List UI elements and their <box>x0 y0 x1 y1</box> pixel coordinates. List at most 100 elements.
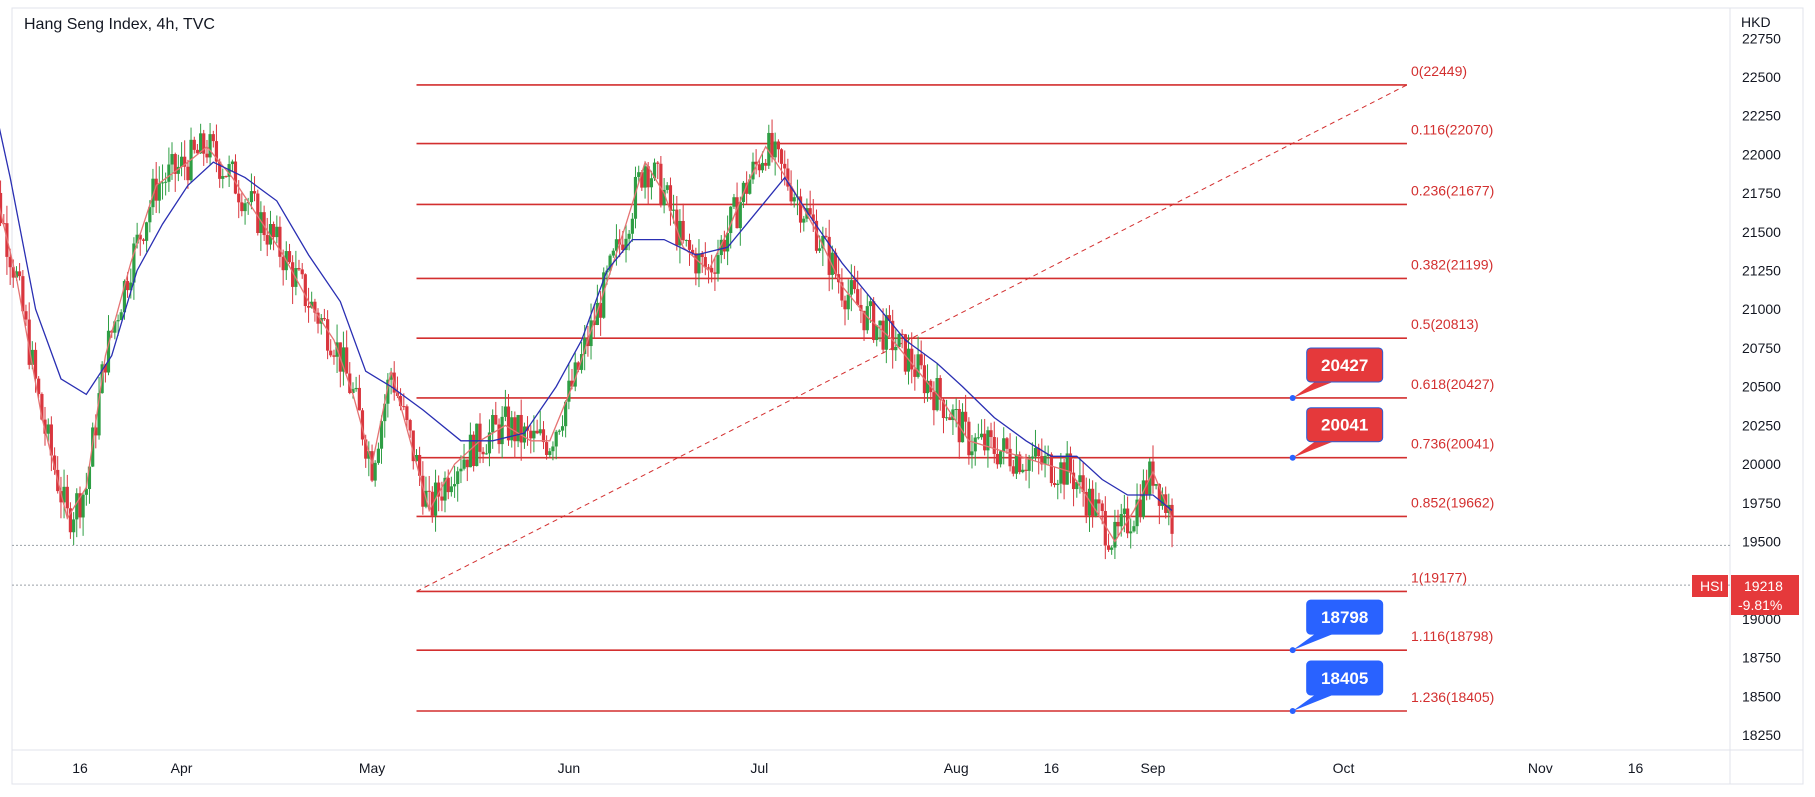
candle-body <box>913 369 917 377</box>
candle-body <box>881 320 885 350</box>
callout-label-20041: 20041 <box>1321 416 1368 435</box>
candle-body <box>538 429 542 434</box>
y-tick-label: 21000 <box>1742 301 1781 317</box>
candle-body <box>503 406 507 417</box>
candle-body <box>1091 488 1095 516</box>
y-tick-label: 19750 <box>1742 495 1781 511</box>
candle-body <box>532 430 536 439</box>
ma-slow-line <box>0 127 1173 512</box>
candle-body <box>18 271 22 277</box>
candle-body <box>329 350 333 356</box>
y-tick-label: 20500 <box>1742 379 1781 395</box>
candle-body <box>535 430 539 434</box>
callout-anchor-20427 <box>1289 394 1296 401</box>
candle-body <box>548 451 552 455</box>
candle-body <box>230 161 234 165</box>
candle-body <box>732 197 736 207</box>
candle-body <box>370 451 374 481</box>
candle-body <box>478 423 482 452</box>
candle-body <box>656 162 660 164</box>
candle-body <box>408 420 412 431</box>
fib-label-0: 0(22449) <box>1411 63 1467 79</box>
candle-body <box>694 253 698 274</box>
fib-label-0.736: 0.736(20041) <box>1411 436 1494 452</box>
candle-body <box>256 193 260 234</box>
ma-fast-line <box>0 145 1173 543</box>
y-tick-label: 20750 <box>1742 340 1781 356</box>
candle-body <box>1078 475 1082 483</box>
candle-body <box>1154 484 1158 486</box>
candle-body <box>116 320 120 322</box>
candle-body <box>910 348 914 370</box>
candle-body <box>405 406 409 421</box>
candle-body <box>757 164 761 171</box>
candle-body <box>1116 521 1120 527</box>
candle-body <box>491 415 495 433</box>
candle-body <box>637 172 641 177</box>
x-tick-label: 16 <box>1044 760 1060 776</box>
candle-body <box>522 426 527 443</box>
candle-body <box>452 484 457 487</box>
price-axis: 22750 22500 22250 22000 21750 21500 21250 21000… <box>1742 30 1781 743</box>
candle-body <box>1138 499 1142 517</box>
callout-pointer-20041 <box>1292 441 1333 458</box>
candle-body <box>932 392 936 411</box>
candle-body <box>760 162 765 171</box>
fib-label-1: 1(19177) <box>1411 569 1467 585</box>
price-chart[interactable]: HKD 0(22449) 0.116(22070) 0.236(21677) 0.38… <box>0 0 1815 797</box>
candle-body <box>275 226 279 238</box>
candle-body <box>1014 454 1019 474</box>
candle-body <box>792 197 796 202</box>
y-tick-label: 20000 <box>1742 456 1781 472</box>
candle-body <box>506 406 511 441</box>
candle-body <box>164 181 168 183</box>
last-price-tag: HSI 19218 -9.81% <box>1692 575 1799 615</box>
candle-body <box>687 239 692 250</box>
candle-body <box>764 162 768 166</box>
candle-body <box>884 315 888 350</box>
candle-body <box>402 406 406 408</box>
candle-body <box>1011 466 1015 474</box>
x-tick-label: May <box>359 760 385 776</box>
x-tick-label: Nov <box>1528 760 1553 776</box>
candle-body <box>1119 514 1123 527</box>
callout-label-18798: 18798 <box>1321 608 1368 627</box>
x-tick-label: Oct <box>1333 760 1355 776</box>
candle-body <box>970 451 974 456</box>
candle-body <box>221 176 225 179</box>
candle-body <box>141 239 146 241</box>
candle-body <box>192 139 196 150</box>
candle-body <box>160 182 165 184</box>
candle-body <box>776 141 781 150</box>
candle-body <box>1122 508 1126 515</box>
candle-body <box>233 161 238 194</box>
candle-body <box>878 320 882 326</box>
y-tick-label: 21750 <box>1742 185 1781 201</box>
candle-body <box>287 251 292 263</box>
candle-body <box>649 178 654 188</box>
x-tick-label: Sep <box>1141 760 1166 776</box>
y-tick-label: 18750 <box>1742 650 1781 666</box>
callout-anchor-18405 <box>1289 708 1296 715</box>
candle-body <box>1132 526 1136 532</box>
symbol-badge-text: HSI <box>1700 578 1723 594</box>
candle-body <box>1100 503 1104 511</box>
candle-body <box>976 437 980 439</box>
x-tick-label: Apr <box>171 760 193 776</box>
candle-body <box>1052 483 1057 485</box>
candle-body <box>713 272 717 274</box>
candle-body <box>627 233 631 239</box>
candle-body <box>802 218 806 223</box>
candle-body <box>297 268 301 270</box>
candle-body <box>995 453 999 465</box>
candle-body <box>1062 462 1066 485</box>
candle-body <box>249 191 254 203</box>
candle-body <box>919 354 923 366</box>
candle-body <box>1024 469 1028 471</box>
candle-body <box>205 153 209 158</box>
candle-body <box>1141 480 1146 517</box>
candlesticks <box>0 119 1174 560</box>
y-tick-label: 19500 <box>1742 533 1781 549</box>
candle-body <box>106 330 111 373</box>
candle-body <box>897 333 901 348</box>
